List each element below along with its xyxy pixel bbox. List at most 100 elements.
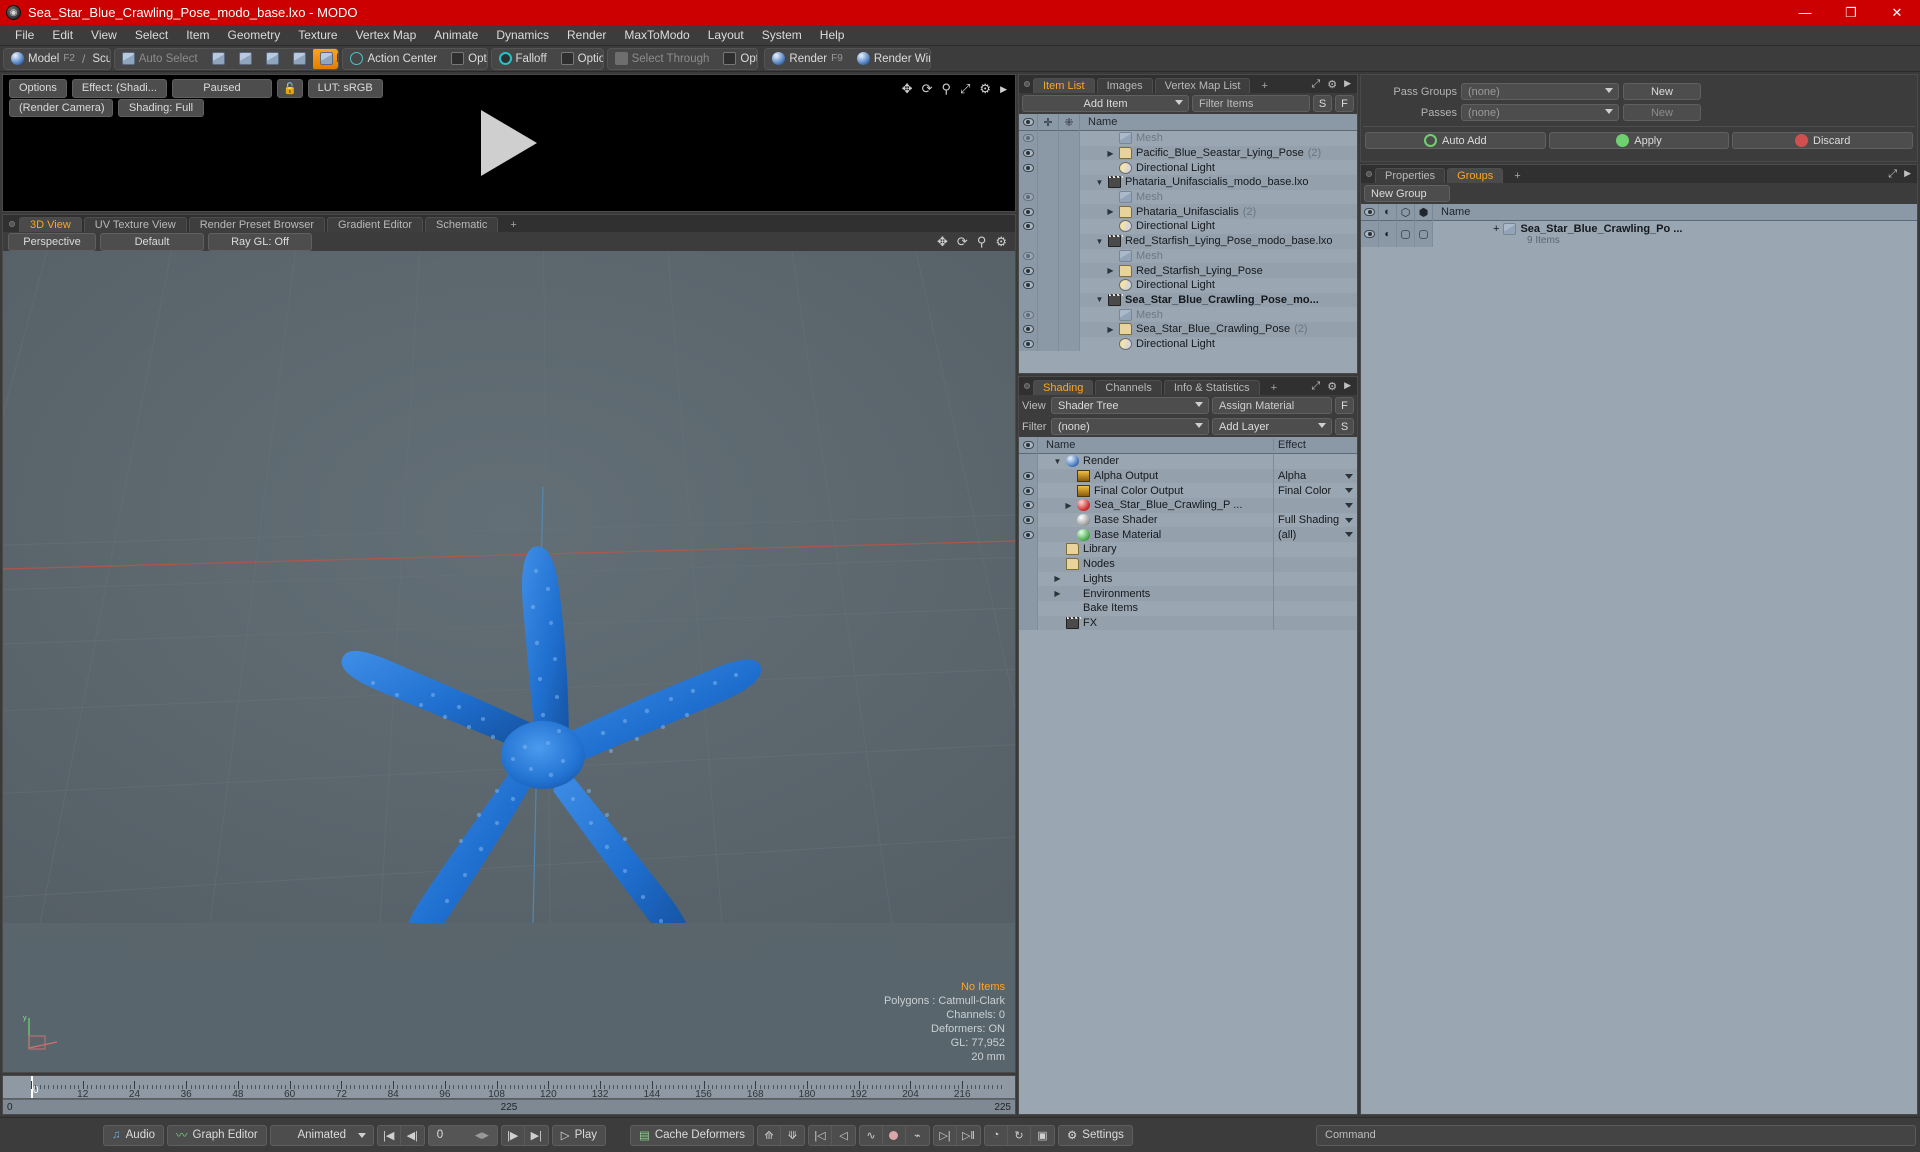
key-up-icon-button[interactable]: ⟰: [758, 1125, 781, 1145]
polygon-mode-icon-button[interactable]: [259, 49, 286, 69]
row-axis-cell[interactable]: [1059, 277, 1080, 293]
menu-item-animate[interactable]: Animate: [425, 26, 487, 44]
new-pass-button[interactable]: New: [1623, 104, 1701, 121]
panel-menu-dot[interactable]: [9, 221, 15, 227]
close-button[interactable]: ✕: [1874, 0, 1920, 25]
discard-button[interactable]: Discard: [1732, 132, 1914, 149]
command-input[interactable]: Command: [1316, 1124, 1916, 1146]
prev-key-first-button[interactable]: |◁: [809, 1125, 832, 1145]
row-visibility-toggle[interactable]: [1361, 221, 1379, 247]
row-axis-cell[interactable]: [1059, 175, 1080, 190]
groups-rows[interactable]: ◐ + Sea_Star_Blue_Crawling_Po ... 9 Items: [1361, 221, 1917, 1114]
row-lock-cell[interactable]: [1038, 263, 1059, 278]
viewport-tab-schematic[interactable]: Schematic: [425, 217, 499, 232]
filter-items-input[interactable]: Filter Items: [1192, 95, 1310, 112]
material-mode-icon-button[interactable]: [286, 49, 313, 69]
expand-icon[interactable]: ⤢: [1888, 168, 1897, 181]
shading-row[interactable]: ▶ Lights: [1019, 571, 1357, 587]
model-mode-button[interactable]: Model F2: [4, 49, 82, 69]
shading-row[interactable]: ▶ Sea_Star_Blue_Crawling_P ...: [1019, 498, 1357, 513]
row-effect-select[interactable]: Final Color: [1273, 483, 1357, 499]
row-effect-select[interactable]: (all): [1273, 527, 1357, 543]
shading-row[interactable]: ▶ Environments: [1019, 586, 1357, 601]
tab-add[interactable]: +: [1505, 169, 1529, 183]
menu-item-edit[interactable]: Edit: [43, 26, 82, 44]
row-axis-cell[interactable]: [1059, 292, 1080, 308]
render-effect-button[interactable]: Effect: (Shadi...: [71, 79, 167, 98]
menu-item-select[interactable]: Select: [126, 26, 177, 44]
row-effect-select[interactable]: Full Shading: [1273, 512, 1357, 528]
filter-f-button[interactable]: F: [1335, 95, 1354, 112]
expand-icon[interactable]: ⤢: [1311, 380, 1320, 393]
item-list-row[interactable]: Directional Light: [1019, 277, 1357, 293]
key-tool-2-button[interactable]: ↻: [1008, 1125, 1031, 1145]
viewport-tab-3d-view[interactable]: 3D View: [19, 217, 82, 232]
menu-item-geometry[interactable]: Geometry: [219, 26, 290, 44]
select-through-button[interactable]: Select Through: [608, 49, 717, 69]
maximize-button[interactable]: ❐: [1828, 0, 1874, 25]
render-shading-button[interactable]: Shading: Full: [118, 99, 204, 117]
items-mode-button[interactable]: Items 5: [312, 48, 339, 69]
pan-icon[interactable]: ✥: [937, 234, 948, 250]
create-key-button[interactable]: [883, 1125, 906, 1145]
key-tool-3-button[interactable]: ▣: [1031, 1126, 1054, 1145]
row-twirl-toggle[interactable]: ▶: [1106, 325, 1115, 334]
viewport-tab-uv-texture-view[interactable]: UV Texture View: [83, 217, 187, 232]
viewport-tab-render-preset-browser[interactable]: Render Preset Browser: [188, 217, 326, 232]
passes-select[interactable]: (none): [1461, 104, 1619, 121]
row-expand-toggle[interactable]: +: [1493, 223, 1499, 235]
row-visibility-toggle[interactable]: [1019, 321, 1038, 337]
row-twirl-toggle[interactable]: ▼: [1095, 178, 1104, 187]
item-list-row[interactable]: ▶ Pacific_Blue_Seastar_Lying_Pose (2): [1019, 145, 1357, 161]
viewport-tab-add[interactable]: +: [500, 218, 526, 232]
select-through-options-button[interactable]: Options: [716, 49, 757, 69]
lut-button[interactable]: LUT: sRGB: [307, 79, 383, 98]
prev-key-button[interactable]: ◁: [832, 1126, 855, 1145]
action-center-options-button[interactable]: Options: [444, 49, 487, 69]
item-list-row[interactable]: ▶ Sea_Star_Blue_Crawling_Pose (2): [1019, 321, 1357, 337]
item-list-row[interactable]: ▶ Red_Starfish_Lying_Pose: [1019, 263, 1357, 278]
viewport-tab-gradient-editor[interactable]: Gradient Editor: [327, 217, 423, 232]
filter-s-button[interactable]: S: [1313, 95, 1332, 112]
timeline-ruler[interactable]: 0 12 24 36 48 60 72 84 96 108 120 132 144 156 168 180 1…: [3, 1076, 1015, 1099]
menu-item-maxtomodo[interactable]: MaxToModo: [615, 26, 698, 44]
gear-icon[interactable]: ⚙: [1327, 78, 1337, 91]
item-list-row[interactable]: ▼ Sea_Star_Blue_Crawling_Pose_mo...: [1019, 292, 1357, 308]
chevron-right-icon[interactable]: ▶: [1904, 168, 1911, 181]
row-lock-cell[interactable]: [1038, 131, 1059, 146]
shading-row[interactable]: Alpha Output Alpha: [1019, 468, 1357, 484]
row-solid-toggle[interactable]: [1415, 221, 1433, 247]
row-axis-cell[interactable]: [1059, 263, 1080, 278]
row-lock-cell[interactable]: [1038, 233, 1059, 249]
item-list-rows[interactable]: Mesh ▶ Pacific_Blue_Seastar_Lying_Pose (2) D…: [1019, 131, 1357, 373]
key-curve-icon-button[interactable]: ∿: [860, 1125, 883, 1145]
row-visibility-toggle[interactable]: [1019, 204, 1038, 220]
auto-select-button[interactable]: Auto Select: [115, 49, 205, 69]
item-list-row[interactable]: Mesh: [1019, 131, 1357, 146]
menu-item-system[interactable]: System: [753, 26, 811, 44]
panel-menu-dot[interactable]: [1024, 383, 1030, 389]
menu-item-texture[interactable]: Texture: [289, 26, 346, 44]
play-overlay-icon[interactable]: [481, 110, 537, 176]
key-tool-1-button[interactable]: ◔: [985, 1125, 1008, 1145]
render-paused-button[interactable]: Paused: [171, 79, 272, 98]
row-lock-cell[interactable]: [1038, 175, 1059, 190]
timeline-range[interactable]: 0 225 225: [3, 1099, 1015, 1114]
panel-menu-dot[interactable]: [1024, 81, 1030, 87]
row-lock-cell[interactable]: [1038, 277, 1059, 293]
chevron-right-icon[interactable]: ▶: [1344, 78, 1351, 91]
new-pass-group-button[interactable]: New: [1623, 83, 1701, 100]
menu-item-item[interactable]: Item: [177, 26, 218, 44]
viewport-perspective-button[interactable]: Perspective: [8, 232, 96, 251]
tab-properties[interactable]: Properties: [1375, 168, 1446, 183]
row-visibility-toggle[interactable]: [1019, 483, 1038, 499]
timeline-panel[interactable]: 0 12 24 36 48 60 72 84 96 108 120 132 144 156 168 180 1…: [2, 1075, 1016, 1115]
settings-button[interactable]: ⚙ Settings: [1057, 1124, 1133, 1146]
row-twirl-toggle[interactable]: ▶: [1053, 574, 1062, 583]
pass-groups-select[interactable]: (none): [1461, 83, 1619, 100]
row-visibility-toggle[interactable]: [1019, 145, 1038, 161]
row-shade-toggle[interactable]: ◐: [1379, 221, 1397, 247]
falloff-button[interactable]: Falloff: [492, 49, 554, 69]
shading-s-button[interactable]: S: [1335, 418, 1354, 435]
shading-row[interactable]: FX: [1019, 615, 1357, 631]
